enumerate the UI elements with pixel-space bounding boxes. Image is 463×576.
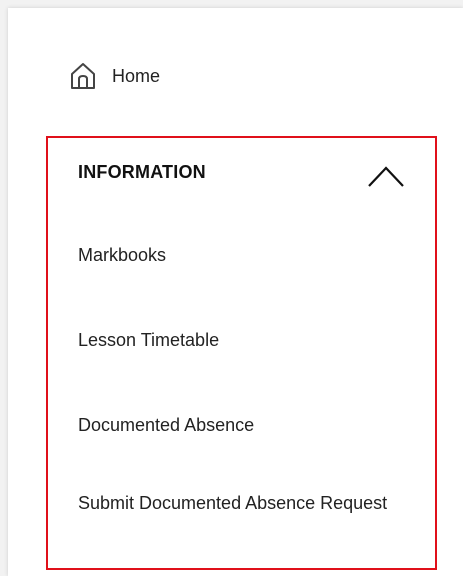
menu-item-lesson-timetable[interactable]: Lesson Timetable bbox=[78, 325, 408, 355]
navigation-panel: Home INFORMATION Markbooks Lesson Timeta… bbox=[8, 8, 463, 576]
nav-item-home[interactable]: Home bbox=[66, 56, 160, 96]
information-section-header[interactable]: INFORMATION bbox=[48, 138, 435, 208]
information-section: INFORMATION Markbooks Lesson Timetable D… bbox=[46, 136, 437, 570]
menu-item-submit-documented-absence-request[interactable]: Submit Documented Absence Request bbox=[78, 488, 408, 518]
home-icon bbox=[66, 59, 100, 93]
menu-item-documented-absence[interactable]: Documented Absence bbox=[78, 410, 408, 440]
page: Home INFORMATION Markbooks Lesson Timeta… bbox=[0, 0, 463, 576]
section-title: INFORMATION bbox=[78, 162, 206, 182]
nav-item-home-label: Home bbox=[112, 65, 161, 86]
menu-item-markbooks[interactable]: Markbooks bbox=[78, 240, 408, 270]
chevron-up-icon[interactable] bbox=[366, 162, 406, 190]
